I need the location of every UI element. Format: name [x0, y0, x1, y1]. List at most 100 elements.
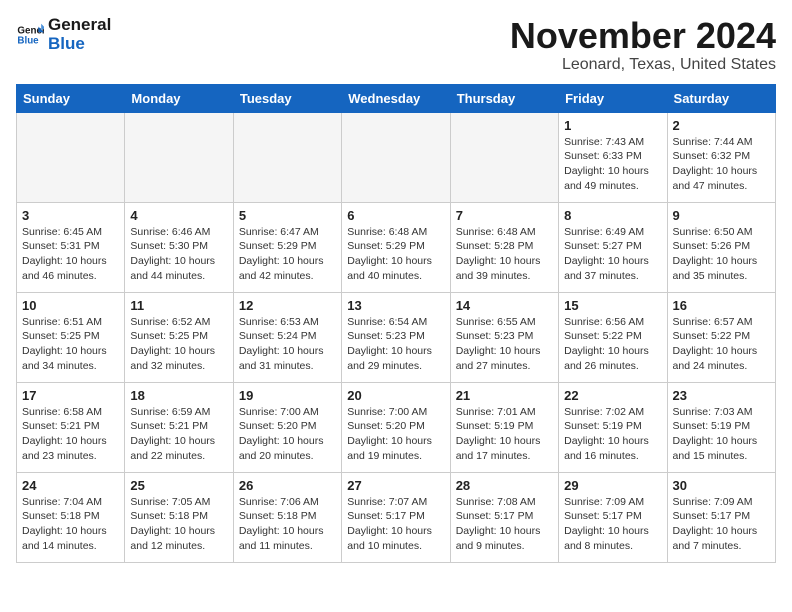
day-detail: Sunrise: 7:03 AM Sunset: 5:19 PM Dayligh… — [673, 405, 770, 464]
calendar-cell: 19 Sunrise: 7:00 AM Sunset: 5:20 PM Dayli… — [233, 382, 341, 472]
day-detail: Sunrise: 6:53 AM Sunset: 5:24 PM Dayligh… — [239, 315, 336, 374]
calendar-cell — [17, 112, 125, 202]
day-number: 14 — [456, 298, 553, 313]
day-number: 15 — [564, 298, 661, 313]
svg-text:Blue: Blue — [17, 35, 39, 46]
day-detail: Sunrise: 6:45 AM Sunset: 5:31 PM Dayligh… — [22, 225, 119, 284]
calendar-cell: 29Sunrise: 7:09 AM Sunset: 5:17 PM Dayli… — [559, 472, 667, 562]
page-header: General Blue General Blue November 2024 … — [16, 16, 776, 74]
day-detail: Sunrise: 6:46 AM Sunset: 5:30 PM Dayligh… — [130, 225, 227, 284]
calendar-cell: 5 Sunrise: 6:47 AM Sunset: 5:29 PM Daylig… — [233, 202, 341, 292]
week-row-5: 24 Sunrise: 7:04 AM Sunset: 5:18 PM Dayli… — [17, 472, 776, 562]
day-number: 24 — [22, 478, 119, 493]
day-number: 11 — [130, 298, 227, 313]
calendar-cell: 27 Sunrise: 7:07 AM Sunset: 5:17 PM Dayli… — [342, 472, 450, 562]
day-number: 18 — [130, 388, 227, 403]
calendar-cell: 11Sunrise: 6:52 AM Sunset: 5:25 PM Dayli… — [125, 292, 233, 382]
week-row-4: 17 Sunrise: 6:58 AM Sunset: 5:21 PM Dayli… — [17, 382, 776, 472]
day-detail: Sunrise: 6:50 AM Sunset: 5:26 PM Dayligh… — [673, 225, 770, 284]
calendar-cell: 12 Sunrise: 6:53 AM Sunset: 5:24 PM Dayli… — [233, 292, 341, 382]
day-detail: Sunrise: 6:57 AM Sunset: 5:22 PM Dayligh… — [673, 315, 770, 374]
calendar-title: November 2024 — [510, 16, 776, 56]
week-row-1: 1 Sunrise: 7:43 AM Sunset: 6:33 PM Daylig… — [17, 112, 776, 202]
day-number: 20 — [347, 388, 444, 403]
day-number: 17 — [22, 388, 119, 403]
day-detail: Sunrise: 7:00 AM Sunset: 5:20 PM Dayligh… — [239, 405, 336, 464]
day-detail: Sunrise: 6:59 AM Sunset: 5:21 PM Dayligh… — [130, 405, 227, 464]
calendar-cell: 16 Sunrise: 6:57 AM Sunset: 5:22 PM Dayli… — [667, 292, 775, 382]
calendar-cell: 7 Sunrise: 6:48 AM Sunset: 5:28 PM Daylig… — [450, 202, 558, 292]
day-number: 23 — [673, 388, 770, 403]
day-number: 21 — [456, 388, 553, 403]
day-number: 12 — [239, 298, 336, 313]
day-detail: Sunrise: 6:58 AM Sunset: 5:21 PM Dayligh… — [22, 405, 119, 464]
calendar-cell — [125, 112, 233, 202]
day-number: 1 — [564, 118, 661, 133]
day-number: 8 — [564, 208, 661, 223]
weekday-header-monday: Monday — [125, 84, 233, 112]
day-number: 13 — [347, 298, 444, 313]
calendar-cell: 30 Sunrise: 7:09 AM Sunset: 5:17 PM Dayli… — [667, 472, 775, 562]
day-detail: Sunrise: 6:48 AM Sunset: 5:28 PM Dayligh… — [456, 225, 553, 284]
calendar-cell: 13 Sunrise: 6:54 AM Sunset: 5:23 PM Dayli… — [342, 292, 450, 382]
day-detail: Sunrise: 6:49 AM Sunset: 5:27 PM Dayligh… — [564, 225, 661, 284]
weekday-header-thursday: Thursday — [450, 84, 558, 112]
day-detail: Sunrise: 7:07 AM Sunset: 5:17 PM Dayligh… — [347, 495, 444, 554]
calendar-cell: 21Sunrise: 7:01 AM Sunset: 5:19 PM Dayli… — [450, 382, 558, 472]
day-number: 29 — [564, 478, 661, 493]
calendar-cell: 8 Sunrise: 6:49 AM Sunset: 5:27 PM Daylig… — [559, 202, 667, 292]
calendar-cell: 10Sunrise: 6:51 AM Sunset: 5:25 PM Dayli… — [17, 292, 125, 382]
calendar-cell: 14Sunrise: 6:55 AM Sunset: 5:23 PM Dayli… — [450, 292, 558, 382]
calendar-cell: 22 Sunrise: 7:02 AM Sunset: 5:19 PM Dayli… — [559, 382, 667, 472]
calendar-cell: 6Sunrise: 6:48 AM Sunset: 5:29 PM Daylig… — [342, 202, 450, 292]
day-number: 16 — [673, 298, 770, 313]
calendar-cell: 2Sunrise: 7:44 AM Sunset: 6:32 PM Daylig… — [667, 112, 775, 202]
day-detail: Sunrise: 7:05 AM Sunset: 5:18 PM Dayligh… — [130, 495, 227, 554]
calendar-table: SundayMondayTuesdayWednesdayThursdayFrid… — [16, 84, 776, 563]
day-detail: Sunrise: 7:43 AM Sunset: 6:33 PM Dayligh… — [564, 135, 661, 194]
logo-icon: General Blue — [16, 21, 44, 49]
day-number: 19 — [239, 388, 336, 403]
day-number: 28 — [456, 478, 553, 493]
calendar-cell — [233, 112, 341, 202]
title-block: November 2024 Leonard, Texas, United Sta… — [510, 16, 776, 74]
calendar-cell: 26 Sunrise: 7:06 AM Sunset: 5:18 PM Dayli… — [233, 472, 341, 562]
day-number: 5 — [239, 208, 336, 223]
weekday-header-saturday: Saturday — [667, 84, 775, 112]
weekday-header-friday: Friday — [559, 84, 667, 112]
day-detail: Sunrise: 7:06 AM Sunset: 5:18 PM Dayligh… — [239, 495, 336, 554]
calendar-cell: 17 Sunrise: 6:58 AM Sunset: 5:21 PM Dayli… — [17, 382, 125, 472]
calendar-subtitle: Leonard, Texas, United States — [510, 56, 776, 74]
calendar-cell: 3Sunrise: 6:45 AM Sunset: 5:31 PM Daylig… — [17, 202, 125, 292]
day-detail: Sunrise: 7:04 AM Sunset: 5:18 PM Dayligh… — [22, 495, 119, 554]
week-row-3: 10Sunrise: 6:51 AM Sunset: 5:25 PM Dayli… — [17, 292, 776, 382]
logo-general: General — [48, 16, 111, 35]
logo-blue: Blue — [48, 35, 111, 54]
calendar-cell: 24 Sunrise: 7:04 AM Sunset: 5:18 PM Dayli… — [17, 472, 125, 562]
weekday-header-wednesday: Wednesday — [342, 84, 450, 112]
day-detail: Sunrise: 6:47 AM Sunset: 5:29 PM Dayligh… — [239, 225, 336, 284]
weekday-header-sunday: Sunday — [17, 84, 125, 112]
day-number: 22 — [564, 388, 661, 403]
calendar-cell: 1 Sunrise: 7:43 AM Sunset: 6:33 PM Daylig… — [559, 112, 667, 202]
day-detail: Sunrise: 6:48 AM Sunset: 5:29 PM Dayligh… — [347, 225, 444, 284]
day-number: 27 — [347, 478, 444, 493]
day-number: 7 — [456, 208, 553, 223]
calendar-cell: 9 Sunrise: 6:50 AM Sunset: 5:26 PM Daylig… — [667, 202, 775, 292]
day-number: 25 — [130, 478, 227, 493]
weekday-header-tuesday: Tuesday — [233, 84, 341, 112]
day-number: 10 — [22, 298, 119, 313]
day-number: 9 — [673, 208, 770, 223]
week-row-2: 3Sunrise: 6:45 AM Sunset: 5:31 PM Daylig… — [17, 202, 776, 292]
day-detail: Sunrise: 7:09 AM Sunset: 5:17 PM Dayligh… — [673, 495, 770, 554]
day-number: 26 — [239, 478, 336, 493]
day-detail: Sunrise: 7:02 AM Sunset: 5:19 PM Dayligh… — [564, 405, 661, 464]
logo: General Blue General Blue — [16, 16, 111, 53]
day-detail: Sunrise: 6:54 AM Sunset: 5:23 PM Dayligh… — [347, 315, 444, 374]
day-detail: Sunrise: 7:00 AM Sunset: 5:20 PM Dayligh… — [347, 405, 444, 464]
day-number: 2 — [673, 118, 770, 133]
day-detail: Sunrise: 7:08 AM Sunset: 5:17 PM Dayligh… — [456, 495, 553, 554]
day-number: 30 — [673, 478, 770, 493]
calendar-cell: 23 Sunrise: 7:03 AM Sunset: 5:19 PM Dayli… — [667, 382, 775, 472]
calendar-cell: 15Sunrise: 6:56 AM Sunset: 5:22 PM Dayli… — [559, 292, 667, 382]
